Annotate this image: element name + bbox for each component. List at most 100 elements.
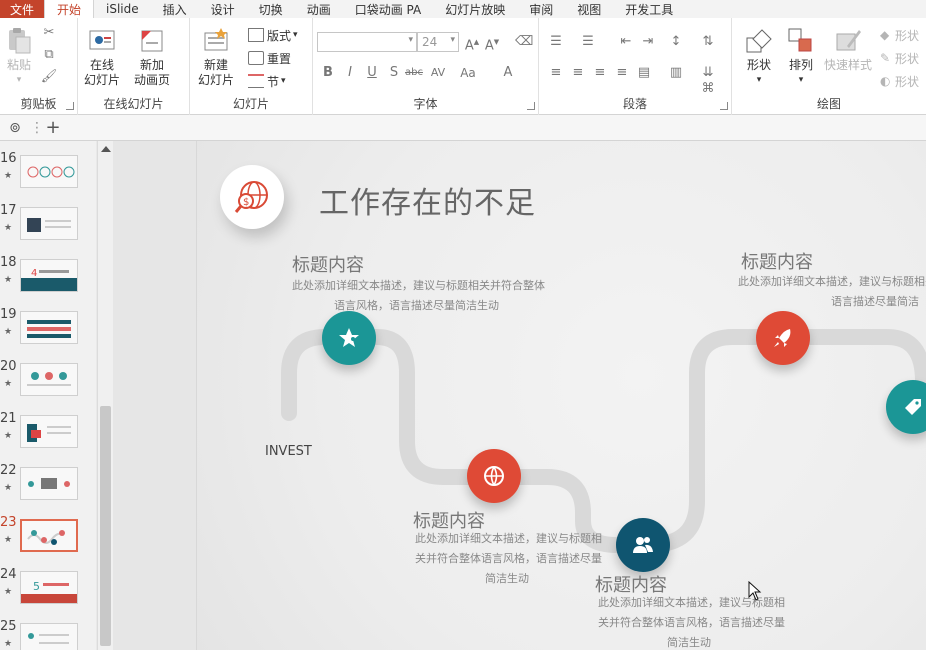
online-slide-button[interactable]: 在线 幻灯片 bbox=[84, 26, 120, 88]
tab-transitions[interactable]: 切换 bbox=[247, 0, 295, 18]
underline-icon[interactable]: U bbox=[363, 64, 381, 82]
thumbnail-slide[interactable]: 18 ★ 4 bbox=[0, 245, 96, 295]
strikethrough-icon[interactable]: abc bbox=[405, 64, 423, 82]
tab-developer[interactable]: 开发工具 bbox=[613, 0, 685, 18]
scroll-up-icon[interactable] bbox=[101, 146, 111, 152]
line-spacing-icon[interactable]: ↕ bbox=[667, 33, 685, 51]
bullets-icon[interactable]: ☰ bbox=[547, 33, 565, 51]
tab-insert[interactable]: 插入 bbox=[151, 0, 199, 18]
text-direction-icon[interactable]: ⇅ bbox=[699, 33, 717, 51]
item-3-desc-line2[interactable]: 关并符合整体语言风格，语言描述尽量 bbox=[598, 613, 785, 633]
item-2-desc-line3[interactable]: 简洁生动 bbox=[485, 569, 529, 589]
item-3-node[interactable] bbox=[616, 518, 670, 572]
tab-slideshow[interactable]: 幻灯片放映 bbox=[433, 0, 517, 18]
thumbnail-image[interactable] bbox=[20, 415, 78, 448]
shadow-icon[interactable]: S bbox=[385, 64, 403, 82]
font-name-combo[interactable]: ▾ bbox=[317, 32, 417, 52]
paragraph-launcher-icon[interactable] bbox=[720, 102, 728, 110]
scrollbar-thumb[interactable] bbox=[100, 406, 111, 646]
add-icon[interactable]: + bbox=[44, 117, 62, 138]
item-1-node[interactable] bbox=[322, 311, 376, 365]
increase-indent-icon[interactable]: ⇥ bbox=[639, 33, 657, 51]
paste-button[interactable]: 粘贴 ▾ bbox=[4, 26, 34, 88]
align-left-icon[interactable]: ≡ bbox=[547, 64, 565, 82]
tab-design[interactable]: 设计 bbox=[199, 0, 247, 18]
shapes-button[interactable]: 形状 ▾ bbox=[744, 26, 774, 88]
shape-fill-button[interactable]: ◆ 形状 bbox=[880, 26, 919, 44]
thumbnail-image-selected[interactable] bbox=[20, 519, 78, 552]
item-2-desc-line1[interactable]: 此处添加详细文本描述，建议与标题相 bbox=[415, 529, 602, 549]
thumbnail-image[interactable] bbox=[20, 363, 78, 396]
clear-format-icon[interactable]: ⌫ bbox=[515, 33, 533, 51]
italic-icon[interactable]: I bbox=[341, 64, 359, 82]
distributed-icon[interactable]: ▤ bbox=[635, 64, 653, 82]
change-case-icon[interactable]: Aa bbox=[459, 64, 477, 82]
format-painter-icon[interactable]: 🖌 bbox=[40, 68, 58, 86]
font-launcher-icon[interactable] bbox=[527, 102, 535, 110]
layout-button[interactable]: 版式 ▾ bbox=[248, 26, 298, 44]
tab-review[interactable]: 审阅 bbox=[517, 0, 565, 18]
new-slide-button[interactable]: 新建 幻灯片 bbox=[198, 26, 234, 88]
ribbon-tab-bar: 文件 开始 iSlide 插入 设计 切换 动画 口袋动画 PA 幻灯片放映 审… bbox=[0, 0, 926, 18]
justify-icon[interactable]: ≡ bbox=[613, 64, 631, 82]
thumbnail-image[interactable] bbox=[20, 467, 78, 500]
tab-animations[interactable]: 动画 bbox=[295, 0, 343, 18]
item-4-heading[interactable]: 标题内容 bbox=[741, 248, 813, 274]
bold-icon[interactable]: B bbox=[319, 64, 337, 82]
shrink-font-icon[interactable]: A▼ bbox=[483, 33, 501, 53]
thumbnail-slide[interactable]: 24 ★ 5 bbox=[0, 557, 96, 607]
font-size-combo[interactable]: 24 ▾ bbox=[417, 32, 459, 52]
copy-icon[interactable]: ⧉ bbox=[40, 46, 58, 64]
tab-pocket-animation[interactable]: 口袋动画 PA bbox=[343, 0, 434, 18]
item-3-desc-line3[interactable]: 简洁生动 bbox=[667, 633, 711, 650]
cut-icon[interactable]: ✂ bbox=[40, 24, 58, 42]
tab-file[interactable]: 文件 bbox=[0, 0, 44, 18]
item-1-desc-line1[interactable]: 此处添加详细文本描述，建议与标题相关并符合整体 bbox=[292, 276, 545, 296]
thumbnail-slide[interactable]: 23 ★ bbox=[0, 505, 96, 555]
quick-styles-button[interactable]: 快速样式 bbox=[824, 26, 872, 73]
thumbnail-slide[interactable]: 20 ★ bbox=[0, 349, 96, 399]
clipboard-launcher-icon[interactable] bbox=[66, 102, 74, 110]
thumbnail-image[interactable]: 4 bbox=[20, 259, 78, 292]
invest-label[interactable]: INVEST bbox=[265, 444, 312, 459]
thumbnail-image[interactable] bbox=[20, 311, 78, 344]
globe-dollar-icon: $ bbox=[234, 181, 268, 213]
current-slide[interactable]: $ 工作存在的不足 标题内容 此处添加详细文本描述，建议与标题相关并符合整体 语… bbox=[196, 141, 926, 650]
thumbnail-slide[interactable]: 22 ★ bbox=[0, 453, 96, 503]
new-anim-page-button[interactable]: 新加 动画页 bbox=[134, 26, 170, 88]
thumbnail-image[interactable] bbox=[20, 623, 78, 650]
thumbnail-scrollbar[interactable] bbox=[97, 141, 113, 650]
thumbnail-image[interactable] bbox=[20, 155, 78, 188]
item-2-node[interactable] bbox=[467, 449, 521, 503]
item-4-desc-line1[interactable]: 此处添加详细文本描述，建议与标题相关并符 bbox=[738, 272, 926, 292]
tab-view[interactable]: 视图 bbox=[565, 0, 613, 18]
thumbnail-slide[interactable]: 19 ★ bbox=[0, 297, 96, 347]
thumbnail-slide[interactable]: 25 ★ bbox=[0, 609, 96, 650]
item-4-desc-line2[interactable]: 语言描述尽量简洁 bbox=[831, 292, 919, 312]
thumbnail-slide[interactable]: 21 ★ bbox=[0, 401, 96, 451]
item-4-node[interactable] bbox=[756, 311, 810, 365]
font-color-icon[interactable]: A bbox=[499, 64, 517, 82]
align-center-icon[interactable]: ≡ bbox=[569, 64, 587, 82]
columns-icon[interactable]: ▥ bbox=[667, 64, 685, 82]
thumbnail-image[interactable]: 5 bbox=[20, 571, 78, 604]
slide-title[interactable]: 工作存在的不足 bbox=[319, 178, 536, 222]
item-1-heading[interactable]: 标题内容 bbox=[292, 251, 364, 277]
thumbnail-slide[interactable]: 17 ★ bbox=[0, 193, 96, 243]
shape-outline-button[interactable]: ✎ 形状 bbox=[880, 49, 919, 67]
align-right-icon[interactable]: ≡ bbox=[591, 64, 609, 82]
zoom-fit-icon[interactable]: ⊚ bbox=[6, 120, 24, 136]
tab-islide[interactable]: iSlide bbox=[94, 0, 151, 18]
grow-font-icon[interactable]: A▲ bbox=[463, 33, 481, 53]
thumbnail-slide[interactable]: 16 ★ bbox=[0, 141, 96, 191]
section-button[interactable]: 节 ▾ bbox=[248, 72, 286, 90]
shape-effects-button[interactable]: ◐ 形状 bbox=[880, 72, 919, 90]
item-2-desc-line2[interactable]: 关并符合整体语言风格，语言描述尽量 bbox=[415, 549, 602, 569]
reset-button[interactable]: 重置 bbox=[248, 49, 291, 67]
thumbnail-image[interactable] bbox=[20, 207, 78, 240]
char-spacing-icon[interactable]: AV bbox=[429, 64, 447, 82]
tab-home[interactable]: 开始 bbox=[44, 0, 95, 18]
arrange-button[interactable]: 排列 ▾ bbox=[786, 26, 816, 88]
numbering-icon[interactable]: ☰ bbox=[579, 33, 597, 51]
decrease-indent-icon[interactable]: ⇤ bbox=[617, 33, 635, 51]
